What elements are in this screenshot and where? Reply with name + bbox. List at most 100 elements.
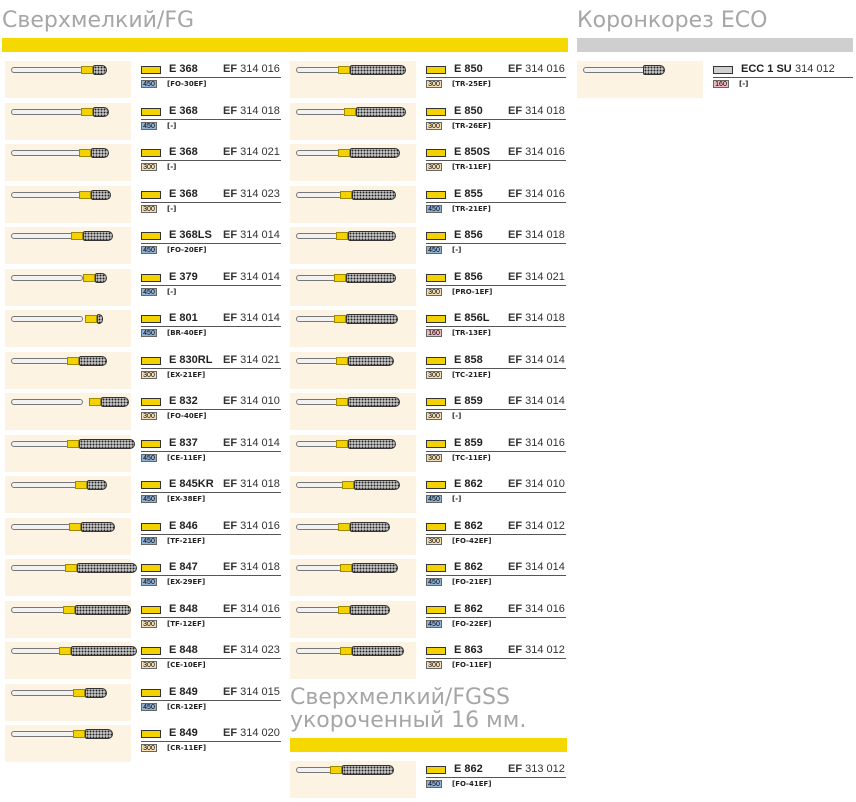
bur-neck (336, 398, 348, 406)
shank-type: EF (223, 353, 238, 366)
bur-neck (340, 190, 352, 199)
bur-head (350, 604, 390, 615)
grit-badge: 160 (426, 329, 442, 337)
divider (426, 575, 566, 576)
shank-type: EF (508, 63, 523, 75)
grit-badge: 450 (141, 453, 157, 462)
divider (426, 284, 566, 286)
bur-shaft (11, 316, 83, 322)
product-card: E 801 EF 314 014 450 [BR-40EF] (5, 310, 281, 347)
bur-head (348, 397, 400, 407)
product-card: E 368LS EF 314 014 450 [FO-20EF] (5, 227, 281, 264)
product-card: E 862 EF 314 010 450 [-] (290, 476, 566, 513)
bur-image (5, 642, 137, 679)
shank-type: EF (223, 312, 238, 324)
product-code: E 830RL (169, 353, 213, 366)
color-ring-swatch (141, 481, 161, 489)
reference-number: 314 012 (525, 644, 565, 656)
iso-code: [CR-11EF] (167, 744, 207, 752)
product-info: E 862 EF 314 010 450 [-] (416, 476, 566, 513)
color-ring-swatch (141, 66, 161, 74)
bur-neck (69, 522, 81, 531)
iso-code: [-] (452, 246, 462, 254)
product-info: E 856L EF 314 018 160 [TR-13EF] (416, 310, 566, 347)
product-card: E 859 EF 314 016 300 [TC-11EF] (290, 434, 566, 472)
reference-number: 314 016 (240, 63, 280, 75)
shank-type: EF (508, 270, 523, 283)
bur-neck (75, 481, 87, 489)
bur-image (290, 434, 416, 472)
product-info: E 856 EF 314 018 450 [-] (416, 227, 566, 264)
bur-image (5, 310, 131, 347)
grit-badge: 300 (426, 661, 442, 669)
shank-type: EF (223, 146, 238, 158)
iso-code: [CE-11EF] (167, 453, 206, 462)
divider (426, 409, 566, 410)
shank-type: EF (508, 146, 523, 158)
color-ring-swatch (426, 766, 446, 774)
reference-number: 314 012 (795, 63, 835, 75)
bur-head (348, 231, 396, 241)
shank-type: EF (508, 644, 523, 656)
bur-head (352, 563, 398, 573)
iso-code: [EX-29EF] (167, 578, 206, 586)
bur-head (71, 646, 137, 656)
color-ring-swatch (141, 273, 161, 282)
shank-type: EF (223, 436, 238, 449)
product-card: E 837 EF 314 014 450 [CE-11EF] (5, 434, 281, 472)
product-card: E 850 EF 314 018 300 [TR-26EF] (290, 102, 566, 140)
product-card: E 846 EF 314 016 450 [TF-21EF] (5, 517, 281, 555)
shank-type: EF (223, 187, 238, 200)
product-code: E 863 (454, 644, 483, 656)
shank-type: EF (508, 229, 523, 241)
product-info: E 862 EF 314 014 450 [FO-21EF] (416, 559, 566, 596)
bur-head (85, 687, 107, 698)
bur-neck (79, 149, 91, 157)
product-code: E 832 (169, 395, 198, 407)
reference-number: 314 018 (240, 478, 280, 490)
product-info: E 368 EF 314 021 300 [-] (131, 144, 281, 181)
divider (426, 450, 566, 452)
divider (426, 326, 566, 327)
bur-image (5, 351, 131, 389)
reference-number: 314 010 (525, 478, 565, 490)
product-info: E 846 EF 314 016 450 [TF-21EF] (131, 518, 281, 555)
divider (426, 533, 566, 535)
iso-code: [-] (167, 204, 177, 213)
product-number: EF 314 014 (223, 229, 280, 241)
iso-code: [BR-40EF] (167, 329, 207, 337)
reference-number: 314 021 (240, 353, 280, 366)
yellow-bar-fgss (290, 738, 567, 752)
product-code: E 862 (454, 561, 483, 573)
shank-type: EF (223, 561, 238, 573)
product-info: E 855 EF 314 016 450 [TR-21EF] (416, 186, 566, 223)
bur-image (290, 268, 416, 306)
iso-code: [FO-11EF] (452, 661, 492, 669)
product-info: E 850 EF 314 016 300 [TR-25EF] (416, 61, 566, 98)
bur-neck (338, 149, 350, 157)
reference-number: 314 015 (240, 685, 280, 698)
product-info: E 847 EF 314 018 450 [EX-29EF] (131, 559, 281, 596)
bur-neck (85, 315, 97, 323)
reference-number: 314 014 (525, 561, 565, 573)
gray-bar-eco (577, 38, 853, 52)
product-code: E 847 (169, 561, 198, 573)
bur-neck (67, 356, 79, 365)
product-number: EF 314 021 (508, 271, 565, 283)
reference-number: 314 018 (525, 312, 565, 324)
grit-badge: 300 (141, 370, 157, 379)
bur-image (290, 476, 416, 513)
divider (141, 658, 281, 659)
color-ring-swatch (141, 315, 161, 323)
product-info: E 848 EF 314 023 300 [CE-10EF] (131, 642, 281, 679)
grit-badge: 300 (426, 536, 442, 545)
divider (141, 492, 281, 493)
product-code: E 862 (454, 763, 483, 775)
bur-neck (81, 107, 93, 116)
divider (141, 450, 281, 452)
grit-badge: 450 (141, 578, 157, 586)
product-card: E 850S EF 314 016 300 [TR-11EF] (290, 144, 566, 181)
grit-badge: 450 (141, 80, 157, 88)
divider (141, 160, 281, 161)
bur-head (348, 355, 394, 366)
